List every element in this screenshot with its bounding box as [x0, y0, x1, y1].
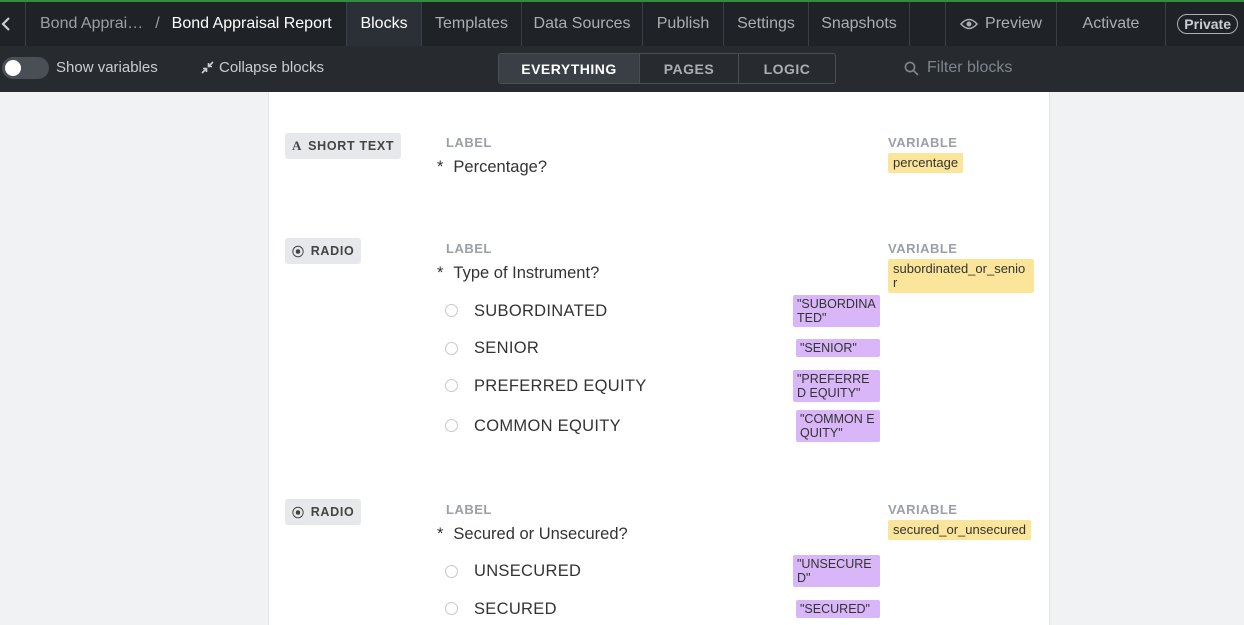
letter-a-icon: A: [292, 138, 303, 153]
block-type-label: RADIO: [310, 244, 355, 258]
chevron-left-icon: [1, 17, 10, 31]
eye-icon: [960, 18, 979, 30]
private-badge: Private: [1177, 14, 1238, 34]
block-type-label: RADIO: [310, 505, 355, 519]
tab-templates[interactable]: Templates: [422, 2, 522, 46]
collapse-blocks-label: Collapse blocks: [219, 59, 325, 76]
variable-caption: VARIABLE: [888, 135, 958, 150]
activate-button[interactable]: Activate: [1057, 2, 1166, 46]
option-label: SENIOR: [474, 339, 540, 357]
option-label: SUBORDINATED: [474, 302, 608, 320]
tab-snapshots[interactable]: Snapshots: [809, 2, 910, 46]
block-label[interactable]: * Type of Instrument?: [437, 264, 599, 283]
option-value-tag[interactable]: "SUBORDINATED": [793, 295, 880, 327]
preview-label: Preview: [985, 15, 1042, 32]
block-type-badge: A SHORT TEXT: [285, 133, 402, 159]
breadcrumb-current: Bond Appraisal Report: [171, 15, 332, 32]
radio-button[interactable]: [445, 419, 458, 432]
breadcrumb-separator: /: [155, 15, 160, 32]
radio-button[interactable]: [445, 379, 458, 392]
block-label[interactable]: * Percentage?: [437, 158, 547, 177]
variable-tag[interactable]: secured_or_unsecured: [888, 520, 1031, 540]
back-button[interactable]: [0, 2, 26, 46]
tab-blocks[interactable]: Blocks: [347, 2, 422, 46]
option-value-tag[interactable]: "UNSECURED": [793, 555, 880, 587]
label-caption: LABEL: [446, 241, 492, 256]
option-value-tag[interactable]: "SENIOR": [796, 339, 880, 357]
label-caption: LABEL: [446, 135, 492, 150]
show-variables-label[interactable]: Show variables: [56, 59, 158, 76]
collapse-blocks-button[interactable]: Collapse blocks: [201, 59, 324, 76]
breadcrumb: Bond Apprai… / Bond Appraisal Report: [26, 2, 347, 46]
radio-button[interactable]: [445, 602, 458, 615]
option-label: UNSECURED: [474, 562, 582, 580]
label-caption: LABEL: [446, 502, 492, 517]
view-everything[interactable]: EVERYTHING: [499, 54, 640, 83]
radio-button[interactable]: [445, 565, 458, 578]
radio-icon: ⦿: [292, 244, 305, 259]
sub-toolbar: Show variables Collapse blocks EVERYTHIN…: [0, 46, 1244, 92]
block-label-text: Type of Instrument?: [453, 264, 600, 282]
block-label[interactable]: * Secured or Unsecured?: [437, 525, 628, 544]
blocks-list: A SHORT TEXT LABEL * Percentage? VARIABLE…: [268, 92, 1050, 625]
breadcrumb-parent[interactable]: Bond Apprai…: [40, 15, 143, 33]
required-marker: *: [437, 525, 444, 543]
option-label: PREFERRED EQUITY: [474, 377, 647, 395]
tab-data-sources[interactable]: Data Sources: [522, 2, 643, 46]
filter-placeholder: Filter blocks: [927, 59, 1013, 76]
variable-caption: VARIABLE: [888, 502, 958, 517]
show-variables-toggle[interactable]: [2, 57, 49, 79]
block-type-label: SHORT TEXT: [308, 139, 395, 153]
block-type-badge: ⦿ RADIO: [285, 238, 362, 264]
collapse-icon: [201, 61, 214, 74]
view-switcher: EVERYTHING PAGES LOGIC: [498, 53, 836, 84]
option-value-tag[interactable]: "COMMON EQUITY": [796, 410, 880, 442]
tab-settings[interactable]: Settings: [724, 2, 809, 46]
radio-icon: ⦿: [292, 505, 305, 520]
option-value-tag[interactable]: "PREFERRED EQUITY": [793, 370, 880, 402]
block-label-text: Secured or Unsecured?: [453, 525, 628, 543]
radio-button[interactable]: [445, 304, 458, 317]
privacy-toggle[interactable]: Private: [1166, 2, 1244, 46]
search-icon: [904, 61, 919, 76]
option-label: COMMON EQUITY: [474, 417, 621, 435]
preview-button[interactable]: Preview: [946, 2, 1057, 46]
radio-button[interactable]: [445, 342, 458, 355]
required-marker: *: [437, 264, 444, 282]
variable-tag[interactable]: percentage: [888, 153, 964, 173]
required-marker: *: [437, 158, 444, 176]
variable-caption: VARIABLE: [888, 241, 958, 256]
view-logic[interactable]: LOGIC: [739, 54, 835, 83]
block-label-text: Percentage?: [453, 158, 547, 176]
top-bar: Bond Apprai… / Bond Appraisal Report Blo…: [0, 0, 1244, 46]
toggle-knob: [5, 60, 21, 76]
topbar-spacer: [910, 2, 946, 46]
option-value-tag[interactable]: "SECURED": [796, 600, 880, 618]
tab-publish[interactable]: Publish: [643, 2, 724, 46]
option-label: SECURED: [474, 600, 557, 618]
filter-blocks-input[interactable]: Filter blocks: [904, 59, 1012, 77]
variable-tag[interactable]: subordinated_or_senior: [888, 259, 1034, 293]
block-type-badge: ⦿ RADIO: [285, 499, 362, 525]
view-pages[interactable]: PAGES: [640, 54, 739, 83]
